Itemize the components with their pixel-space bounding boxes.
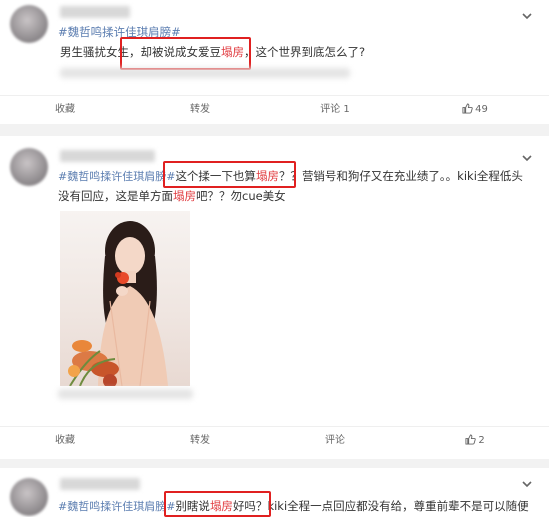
post-card-2: #魏哲鸣揉许佳琪肩膀#这个揉一下也算塌房？？营销号和狗仔又在充业绩了。。kiki… (0, 136, 549, 459)
repost-button[interactable]: 转发 (155, 96, 245, 124)
red-highlight-box (120, 37, 251, 70)
comment-button[interactable]: 评论 1 (290, 96, 380, 124)
post-card-3: #魏哲鸣揉许佳琪肩膀#别瞎说塌房好吗？kiki全程一点回应都没有给，尊重前辈不是… (0, 468, 549, 517)
like-button[interactable]: 49 (425, 96, 525, 124)
post-text: #魏哲鸣揉许佳琪肩膀#别瞎说塌房好吗？kiki全程一点回应都没有给，尊重前辈不是… (58, 498, 529, 515)
like-button[interactable]: 2 (425, 427, 525, 455)
blurred-content (58, 389, 193, 399)
thumb-up-icon (465, 429, 477, 457)
avatar[interactable] (10, 148, 48, 186)
comment-button[interactable]: 评论 (290, 427, 380, 455)
keyword-highlight: 塌房 (173, 189, 196, 203)
post-image[interactable] (60, 211, 190, 386)
username-blurred[interactable] (60, 150, 155, 162)
username-blurred[interactable] (60, 6, 130, 18)
avatar[interactable] (10, 5, 48, 43)
red-highlight-box (164, 491, 271, 517)
chevron-down-icon[interactable] (521, 478, 533, 490)
topic-link[interactable]: #魏哲鸣揉许佳琪肩膀# (58, 170, 175, 183)
like-count: 2 (478, 435, 485, 446)
text-segment: 吧？？勿cue美女 (196, 189, 286, 203)
action-bar: 收藏 转发 评论 1 49 (0, 95, 549, 124)
text-segment: 营销号和狗仔又在充业绩了。。kiki全程低头 (301, 169, 523, 183)
chevron-down-icon[interactable] (521, 152, 533, 164)
post-image-illustration (68, 221, 168, 386)
like-count: 49 (475, 104, 488, 115)
text-segment: kiki全程一点回应都没有给，尊重前辈不是可以随便 (267, 499, 529, 513)
favorite-button[interactable]: 收藏 (20, 427, 110, 455)
chevron-down-icon[interactable] (521, 10, 533, 22)
favorite-button[interactable]: 收藏 (20, 96, 110, 124)
blurred-content (60, 68, 350, 78)
action-bar: 收藏 转发 评论 2 (0, 426, 549, 455)
thumb-up-icon (462, 98, 473, 126)
post-card-1: #魏哲鸣揉许佳琪肩膀# 男生骚扰女生，却被说成女爱豆塌房，这个世界到底怎么了? … (0, 0, 549, 124)
red-highlight-box (163, 161, 296, 188)
avatar[interactable] (10, 478, 48, 516)
topic-link[interactable]: #魏哲鸣揉许佳琪肩膀# (58, 500, 175, 513)
text-segment: 没有回应，这是单方面 (58, 189, 173, 203)
repost-button[interactable]: 转发 (155, 427, 245, 455)
post-text-line-2: 没有回应，这是单方面塌房吧？？勿cue美女 (58, 188, 286, 204)
username-blurred[interactable] (60, 478, 140, 490)
text-segment: ，这个世界到底怎么了? (244, 45, 366, 59)
